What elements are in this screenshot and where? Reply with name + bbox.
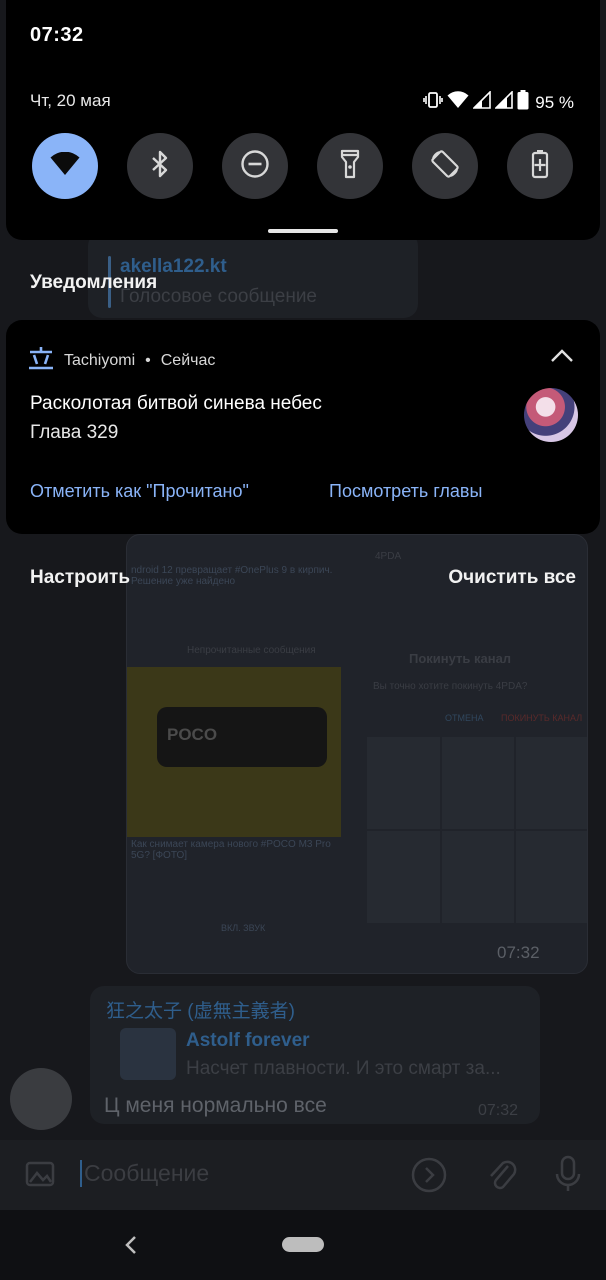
dnd-icon	[240, 149, 270, 184]
rotate-icon	[429, 148, 461, 185]
quick-settings-tiles	[32, 133, 573, 199]
message-input-bar: Сообщение	[0, 1140, 606, 1210]
back-icon[interactable]	[122, 1234, 142, 1261]
message-author: 狂之太子 (虚無主義者)	[106, 1001, 295, 1022]
quoted-author: Astolf forever	[186, 1030, 310, 1051]
screenshot-media-grid	[367, 737, 587, 923]
message-text: Ц меня нормально все	[104, 1094, 327, 1117]
separator-dot: •	[145, 351, 151, 369]
screenshot-dialog-title: Покинуть канал	[409, 651, 512, 666]
status-icons: 95 %	[423, 90, 574, 115]
microphone-icon[interactable]	[552, 1154, 584, 1199]
quoted-text: Насчет плавности. И это смарт за...	[186, 1058, 501, 1079]
quick-settings-panel: 07:32 Чт, 20 мая 95 %	[6, 0, 600, 240]
chevron-up-icon[interactable]	[550, 348, 574, 369]
paperclip-icon[interactable]	[484, 1156, 520, 1199]
screenshot-dialog-text: Вы точно хотите покинуть 4PDA?	[373, 681, 528, 692]
tile-battery-saver[interactable]	[507, 133, 573, 199]
screenshot-dialog-confirm: ПОКИНУТЬ КАНАЛ	[501, 713, 583, 723]
screenshot-image[interactable]: ndroid 12 превращает #OnePlus 9 в кирпич…	[126, 534, 588, 974]
vibrate-icon	[423, 91, 444, 114]
cell-signal-2-icon	[494, 90, 514, 114]
screenshot-unread: Непрочитанные сообщения	[187, 645, 316, 656]
screenshot-channel: 4PDA	[375, 551, 402, 562]
message-time: 07:32	[478, 1102, 519, 1119]
screenshot-caption-1: ndroid 12 превращает #OnePlus 9 в кирпич…	[131, 565, 333, 587]
send-arrow-icon[interactable]	[410, 1156, 448, 1199]
poco-phone-image: POCO	[127, 667, 341, 837]
screenshot-sound-label: ВКЛ. ЗВУК	[221, 923, 266, 933]
clock: 07:32	[30, 24, 84, 46]
battery-percent: 95 %	[535, 92, 574, 112]
battery-saver-icon	[531, 149, 549, 184]
date[interactable]: Чт, 20 мая	[30, 91, 111, 111]
battery-icon	[517, 90, 529, 115]
manga-cover-thumbnail	[524, 388, 578, 442]
bluetooth-icon	[150, 150, 170, 183]
tile-flashlight[interactable]	[317, 133, 383, 199]
screenshot-caption-2: Как снимает камера нового #POCO M3 Pro 5…	[131, 839, 331, 861]
tile-bluetooth[interactable]	[127, 133, 193, 199]
tachiyomi-app-icon	[28, 346, 54, 375]
navigation-bar	[0, 1210, 606, 1280]
poco-brand: POCO	[167, 725, 218, 744]
home-pill[interactable]	[282, 1237, 324, 1252]
notification-text: Глава 329	[30, 422, 119, 443]
notification-time: Сейчас	[160, 351, 216, 369]
tile-do-not-disturb[interactable]	[222, 133, 288, 199]
attach-image-icon[interactable]	[24, 1158, 56, 1195]
screenshot-time: 07:32	[497, 943, 540, 962]
tile-wifi[interactable]	[32, 133, 98, 199]
notification-title: Расколотая битвой синева небес	[30, 393, 322, 414]
quoted-avatar	[120, 1028, 176, 1080]
clear-all-button[interactable]: Очистить все	[448, 567, 576, 589]
flashlight-icon	[340, 149, 360, 184]
manage-notifications-button[interactable]: Настроить	[30, 567, 130, 589]
mark-as-read-button[interactable]: Отметить как "Прочитано"	[30, 481, 249, 502]
message-input[interactable]: Сообщение	[80, 1160, 209, 1187]
wifi-signal-icon	[447, 91, 469, 114]
notification-app-name: Tachiyomi	[64, 351, 136, 369]
notification-card[interactable]: Tachiyomi • Сейчас Расколотая битвой син…	[6, 320, 600, 534]
cell-signal-icon	[472, 90, 492, 114]
notification-app-row: Tachiyomi • Сейчас	[28, 346, 215, 375]
screenshot-dialog-cancel: ОТМЕНА	[445, 713, 484, 723]
notifications-header: Уведомления	[30, 272, 158, 293]
view-chapters-button[interactable]: Посмотреть главы	[329, 481, 482, 502]
tile-auto-rotate[interactable]	[412, 133, 478, 199]
wifi-icon	[50, 151, 80, 181]
panel-drag-handle[interactable]	[268, 229, 338, 233]
sender-avatar[interactable]	[10, 1068, 72, 1130]
